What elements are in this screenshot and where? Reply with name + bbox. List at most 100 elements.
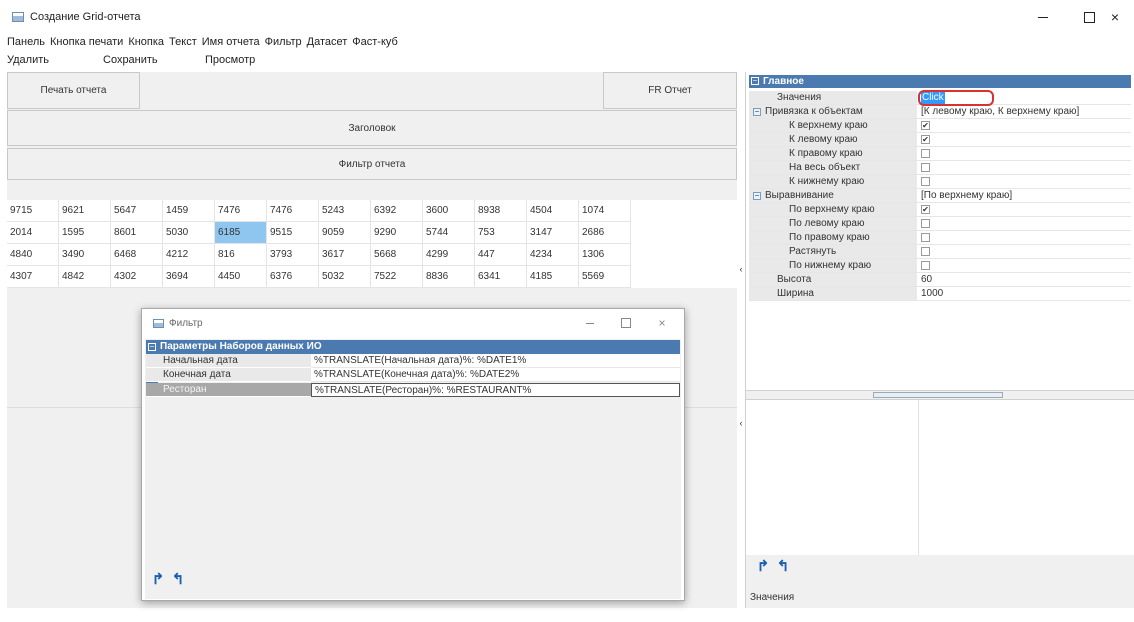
menu-item-text[interactable]: Текст (169, 36, 197, 52)
grid-cell[interactable]: 4840 (7, 244, 59, 266)
grid-cell[interactable]: 1306 (579, 244, 631, 266)
param-value[interactable]: %TRANSLATE(Ресторан)%: %RESTAURANT% (311, 383, 680, 397)
property-row[interactable]: По левому краю (749, 217, 1131, 231)
sort-down-icon[interactable]: ↰ (775, 558, 791, 575)
grid-cell[interactable]: 7522 (371, 266, 423, 288)
property-row[interactable]: К правому краю (749, 147, 1131, 161)
close-button[interactable]: × (1092, 0, 1134, 34)
property-checkbox[interactable]: ✔ (917, 133, 1131, 146)
save-button[interactable]: Сохранить (103, 54, 158, 66)
splitter-handle[interactable] (873, 392, 1003, 398)
dialog-close-button[interactable]: × (644, 309, 680, 337)
preview-button[interactable]: Просмотр (205, 54, 255, 66)
grid-cell[interactable]: 7476 (215, 200, 267, 222)
grid-cell[interactable]: 3793 (267, 244, 319, 266)
property-checkbox[interactable] (917, 147, 1131, 160)
property-row[interactable]: Высота 60 (749, 273, 1131, 287)
grid-cell[interactable]: 4504 (527, 200, 579, 222)
menu-item-filter[interactable]: Фильтр (265, 36, 302, 52)
grid-cell[interactable]: 9059 (319, 222, 371, 244)
property-row[interactable]: К нижнему краю (749, 175, 1131, 189)
grid-cell[interactable]: 4299 (423, 244, 475, 266)
grid-cell[interactable]: 3600 (423, 200, 475, 222)
property-row[interactable]: Выравнивание [По верхнему краю] − (749, 189, 1131, 203)
grid-cell[interactable]: 6185 (215, 222, 267, 244)
grid-cell[interactable]: 5030 (163, 222, 215, 244)
report-filter-button[interactable]: Фильтр отчета (7, 148, 737, 180)
minimize-button[interactable] (1020, 0, 1066, 34)
menu-item-dataset[interactable]: Датасет (307, 36, 348, 52)
collapse-icon[interactable]: − (751, 77, 759, 85)
dialog-maximize-button[interactable] (608, 309, 644, 337)
checkbox[interactable] (921, 261, 930, 270)
grid-cell[interactable]: 5668 (371, 244, 423, 266)
grid-cell[interactable]: 5744 (423, 222, 475, 244)
checkbox[interactable] (921, 219, 930, 228)
property-value[interactable]: [По верхнему краю] (917, 189, 1131, 202)
fr-report-button[interactable]: FR Отчет (603, 72, 737, 109)
grid-cell[interactable]: 1595 (59, 222, 111, 244)
checkbox[interactable] (921, 233, 930, 242)
grid-cell[interactable]: 816 (215, 244, 267, 266)
property-checkbox[interactable]: ✔ (917, 203, 1131, 216)
dialog-minimize-button[interactable] (572, 309, 608, 337)
grid-cell[interactable]: 9715 (7, 200, 59, 222)
property-row[interactable]: К верхнему краю ✔ (749, 119, 1131, 133)
pane-splitter[interactable] (746, 390, 1134, 400)
menu-item-report-name[interactable]: Имя отчета (202, 36, 260, 52)
grid-cell[interactable]: 5032 (319, 266, 371, 288)
grid-cell[interactable]: 4842 (59, 266, 111, 288)
property-row[interactable]: Привязка к объектам [К левому краю, К вер… (749, 105, 1131, 119)
grid-cell[interactable]: 8938 (475, 200, 527, 222)
property-row[interactable]: К левому краю ✔ (749, 133, 1131, 147)
property-checkbox[interactable] (917, 259, 1131, 272)
property-checkbox[interactable] (917, 231, 1131, 244)
grid-cell[interactable]: 5647 (111, 200, 163, 222)
property-row[interactable]: Ширина 1000 (749, 287, 1131, 301)
collapse-arrow-icon[interactable]: ‹ (737, 418, 745, 432)
checkbox[interactable] (921, 163, 930, 172)
grid-cell[interactable]: 447 (475, 244, 527, 266)
grid-cell[interactable]: 8836 (423, 266, 475, 288)
grid-cell[interactable]: 1459 (163, 200, 215, 222)
grid-cell[interactable]: 3617 (319, 244, 371, 266)
param-row-restaurant[interactable]: Ресторан %TRANSLATE(Ресторан)%: %RESTAUR… (146, 383, 680, 397)
grid-cell[interactable]: 3694 (163, 266, 215, 288)
collapse-arrow-icon[interactable]: ‹ (737, 264, 745, 278)
property-checkbox[interactable] (917, 245, 1131, 258)
grid-cell[interactable]: 9515 (267, 222, 319, 244)
property-checkbox[interactable] (917, 161, 1131, 174)
checkbox[interactable] (921, 247, 930, 256)
collapse-icon[interactable]: − (148, 343, 156, 351)
param-row-end-date[interactable]: Конечная дата %TRANSLATE(Конечная дата)%… (146, 368, 680, 382)
grid-cell[interactable]: 6468 (111, 244, 163, 266)
property-row[interactable]: По нижнему краю (749, 259, 1131, 273)
property-value[interactable]: [К левому краю, К верхнему краю] (917, 105, 1131, 118)
checkbox[interactable]: ✔ (921, 135, 930, 144)
property-checkbox[interactable]: ✔ (917, 119, 1131, 132)
grid-cell[interactable]: 1074 (579, 200, 631, 222)
property-row[interactable]: Растянуть (749, 245, 1131, 259)
grid-cell[interactable]: 4450 (215, 266, 267, 288)
property-row[interactable]: По верхнему краю ✔ (749, 203, 1131, 217)
checkbox[interactable]: ✔ (921, 121, 930, 130)
sort-up-icon[interactable]: ↱ (755, 558, 771, 575)
grid-cell[interactable]: 6341 (475, 266, 527, 288)
grid-cell[interactable]: 3490 (59, 244, 111, 266)
menu-item-button[interactable]: Кнопка (128, 36, 164, 52)
grid-cell[interactable]: 8601 (111, 222, 163, 244)
checkbox[interactable]: ✔ (921, 205, 930, 214)
param-row-start-date[interactable]: Начальная дата %TRANSLATE(Начальная дата… (146, 354, 680, 368)
report-header[interactable]: Заголовок (7, 110, 737, 146)
menu-item-print-button[interactable]: Кнопка печати (50, 36, 123, 52)
property-row[interactable]: По правому краю (749, 231, 1131, 245)
param-value[interactable]: %TRANSLATE(Начальная дата)%: %DATE1% (311, 354, 680, 368)
grid-cell[interactable]: 2014 (7, 222, 59, 244)
property-value[interactable]: 60 (917, 273, 1131, 286)
sort-down-icon[interactable]: ↰ (170, 571, 186, 588)
print-report-button[interactable]: Печать отчета (7, 72, 140, 109)
checkbox[interactable] (921, 177, 930, 186)
grid-cell[interactable]: 6376 (267, 266, 319, 288)
grid-cell[interactable]: 2686 (579, 222, 631, 244)
grid-cell[interactable]: 5243 (319, 200, 371, 222)
